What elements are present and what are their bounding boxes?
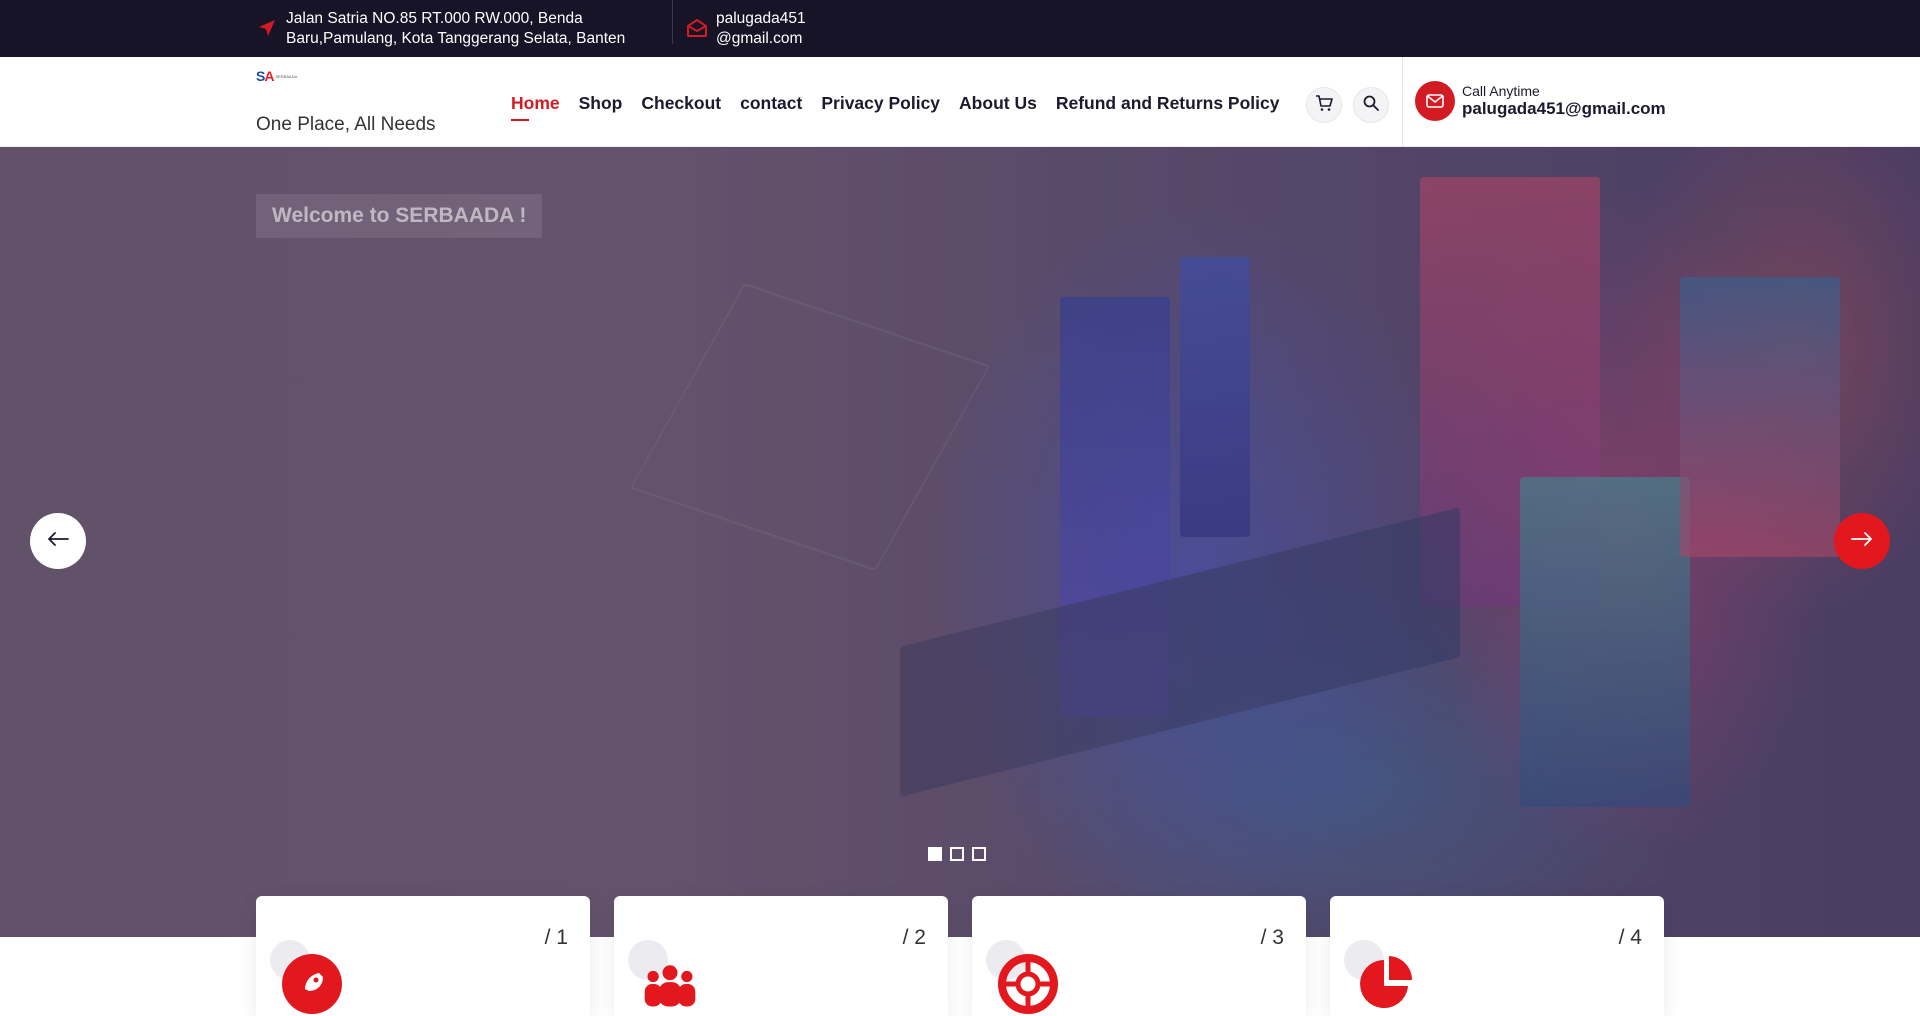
main-nav: Home Shop Checkout contact Privacy Polic… xyxy=(511,93,1280,121)
nav-contact[interactable]: contact xyxy=(740,93,802,114)
cart-icon xyxy=(1315,94,1333,117)
cart-button[interactable] xyxy=(1306,87,1342,123)
feature-cards: / 1 / 2 / 3 / 4 xyxy=(256,896,1664,1016)
email-line-1: palugada451 xyxy=(716,10,806,27)
call-email[interactable]: palugada451@gmail.com xyxy=(1462,99,1666,119)
top-info-bar: Jalan Satria NO.85 RT.000 RW.000, Benda … xyxy=(0,0,1920,57)
slider-pagination xyxy=(928,847,986,861)
email-line-2: @gmail.com xyxy=(716,30,803,47)
feature-card[interactable]: / 2 xyxy=(614,896,948,1016)
feature-card[interactable]: / 3 xyxy=(972,896,1306,1016)
feature-card[interactable]: / 1 xyxy=(256,896,590,1016)
slider-next-button[interactable] xyxy=(1834,513,1890,569)
card-number: / 3 xyxy=(1260,926,1284,949)
envelope-open-icon xyxy=(686,17,708,39)
search-icon xyxy=(1363,95,1379,116)
nav-refund-returns[interactable]: Refund and Returns Policy xyxy=(1056,93,1280,114)
hero-welcome-text: Welcome to SERBAADA ! xyxy=(256,194,543,238)
feature-card[interactable]: / 4 xyxy=(1330,896,1664,1016)
slider-dot-1[interactable] xyxy=(928,847,942,861)
site-header: SA SERBAADA One Place, All Needs Home Sh… xyxy=(0,57,1920,147)
address-line-2: Baru,Pamulang, Kota Tanggerang Selata, B… xyxy=(286,30,626,47)
slider-dot-3[interactable] xyxy=(972,847,986,861)
envelope-icon xyxy=(1415,81,1455,121)
email-info[interactable]: palugada451 @gmail.com xyxy=(686,9,806,49)
header-divider xyxy=(1402,57,1403,147)
nav-checkout[interactable]: Checkout xyxy=(641,93,721,114)
hero-overlay xyxy=(0,147,1920,937)
logo-mark: SA xyxy=(256,68,274,84)
address-info: Jalan Satria NO.85 RT.000 RW.000, Benda … xyxy=(256,9,625,49)
card-number: / 1 xyxy=(544,926,568,949)
call-anytime[interactable]: Call Anytime palugada451@gmail.com xyxy=(1415,81,1666,121)
arrow-left-icon xyxy=(47,531,69,552)
site-logo[interactable]: SA SERBAADA xyxy=(256,68,297,84)
hero-slider: Welcome to SERBAADA ! xyxy=(0,147,1920,937)
users-icon xyxy=(640,954,700,1014)
location-arrow-icon xyxy=(256,17,278,39)
logo-wordmark: SERBAADA xyxy=(275,73,298,79)
rocket-icon xyxy=(282,954,342,1014)
card-number: / 4 xyxy=(1618,926,1642,949)
slider-dot-2[interactable] xyxy=(950,847,964,861)
search-button[interactable] xyxy=(1353,87,1389,123)
nav-home[interactable]: Home xyxy=(511,93,560,121)
card-number: / 2 xyxy=(902,926,926,949)
address-line-1: Jalan Satria NO.85 RT.000 RW.000, Benda xyxy=(286,10,583,27)
slider-prev-button[interactable] xyxy=(30,513,86,569)
pie-chart-icon xyxy=(1356,954,1416,1014)
nav-about-us[interactable]: About Us xyxy=(959,93,1037,114)
nav-shop[interactable]: Shop xyxy=(579,93,623,114)
site-tagline: One Place, All Needs xyxy=(256,114,436,135)
arrow-right-icon xyxy=(1851,531,1873,552)
call-label: Call Anytime xyxy=(1462,83,1540,99)
nav-privacy-policy[interactable]: Privacy Policy xyxy=(821,93,940,114)
lifebuoy-icon xyxy=(998,954,1058,1014)
topbar-divider xyxy=(672,0,673,44)
